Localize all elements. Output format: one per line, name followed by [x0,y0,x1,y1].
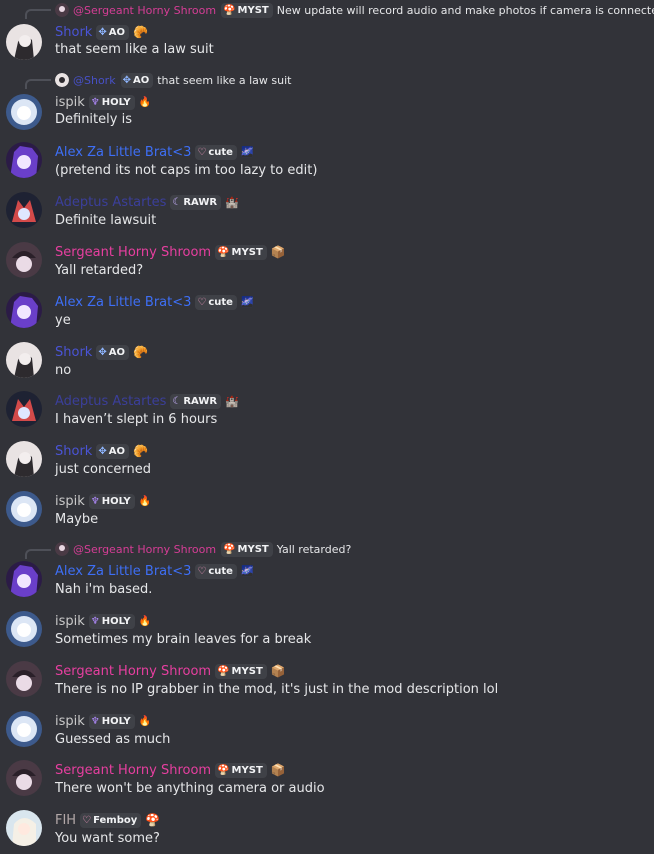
croissant-icon: 🥐 [132,444,148,458]
avatar [55,542,69,556]
avatar[interactable] [6,292,42,328]
role-tag: ✥ AO [96,443,129,459]
message-text: I haven’t slept in 6 hours [55,412,218,427]
role-tag: ✥ AO [96,24,129,40]
box-icon: 📦 [270,245,286,259]
message-text: Nah i'm based. [55,582,153,597]
username[interactable]: Sergeant Horny Shroom [55,763,211,778]
role-tag: 🍄 MYST [215,663,267,679]
message-text: Definitely is [55,112,132,127]
avatar[interactable] [6,142,42,178]
message-text: Yall retarded? [55,263,144,278]
message-text: that seem like a law suit [55,42,214,57]
reply-author[interactable]: @Sergeant Horny Shroom [73,543,216,556]
role-tag: 🍄 MYST [215,762,267,778]
username[interactable]: ispik [55,494,85,509]
avatar[interactable] [6,24,42,60]
role-tag: 🍄 MYST [221,541,273,557]
box-icon: 📦 [270,664,286,678]
username[interactable]: Alex Za Little Brat<3 [55,295,191,310]
reply-preview[interactable]: @Shork ✥ AO that seem like a law suit [55,72,292,88]
role-tag: ♆ HOLY [88,94,135,110]
message-text: Sometimes my brain leaves for a break [55,632,312,647]
flame-icon: 🔥 [138,615,152,627]
username[interactable]: Sergeant Horny Shroom [55,664,211,679]
username[interactable]: ispik [55,95,85,110]
role-tag: ✥ AO [96,344,129,360]
avatar[interactable] [6,561,42,597]
role-tag: ♆ HOLY [88,613,135,629]
galaxy-icon: 🌌 [240,146,254,158]
avatar[interactable] [6,760,42,796]
avatar[interactable] [6,491,42,527]
role-tag: ♡ cute [195,144,237,160]
avatar[interactable] [6,711,42,747]
avatar[interactable] [6,661,42,697]
avatar[interactable] [6,94,42,130]
username[interactable]: Alex Za Little Brat<3 [55,564,191,579]
message-text: You want some? [55,831,160,846]
reply-spine [25,79,51,89]
chat-log: @Sergeant Horny Shroom 🍄 MYST New update … [0,0,654,854]
username[interactable]: ispik [55,614,85,629]
message-text: There won't be anything camera or audio [55,781,325,796]
message-text: just concerned [55,462,151,477]
flame-icon: 🔥 [138,715,152,727]
role-tag: ♡ Femboy [80,812,142,828]
croissant-icon: 🥐 [132,25,148,39]
reply-spine [25,9,51,19]
flame-icon: 🔥 [138,96,152,108]
username[interactable]: Sergeant Horny Shroom [55,245,211,260]
role-tag: ✥ AO [120,72,154,88]
message-text: no [55,363,72,378]
role-tag: ♡ cute [195,294,237,310]
avatar [55,3,69,17]
role-tag: ♆ HOLY [88,493,135,509]
username[interactable]: ispik [55,714,85,729]
avatar[interactable] [6,342,42,378]
role-tag: ☾ RAWR [170,194,222,210]
username[interactable]: Adeptus Astartes [55,394,166,409]
username[interactable]: Shork [55,444,92,459]
reply-preview[interactable]: @Sergeant Horny Shroom 🍄 MYST New update … [55,2,654,18]
role-tag: ☾ RAWR [170,393,222,409]
reply-author[interactable]: @Sergeant Horny Shroom [73,4,216,17]
role-tag: ♡ cute [195,563,237,579]
username[interactable]: Alex Za Little Brat<3 [55,145,191,160]
galaxy-icon: 🌌 [240,565,254,577]
username[interactable]: Adeptus Astartes [55,195,166,210]
reply-preview[interactable]: @Sergeant Horny Shroom 🍄 MYST Yall retard… [55,541,351,557]
message-text: Guessed as much [55,732,171,747]
avatar[interactable] [6,242,42,278]
reply-text: Yall retarded? [276,542,352,556]
message-text: There is no IP grabber in the mod, it's … [55,682,499,697]
avatar[interactable] [6,611,42,647]
avatar[interactable] [6,441,42,477]
message-text: ye [55,313,71,328]
role-tag: 🍄 MYST [215,244,267,260]
username[interactable]: Shork [55,345,92,360]
role-tag: 🍄 MYST [221,2,273,18]
avatar[interactable] [6,810,42,846]
username[interactable]: Shork [55,25,92,40]
avatar [55,73,69,87]
avatar[interactable] [6,391,42,427]
reply-text: that seem like a law suit [157,73,292,87]
avatar[interactable] [6,192,42,228]
reply-author[interactable]: @Shork [73,74,116,87]
galaxy-icon: 🌌 [240,296,254,308]
message-text: Maybe [55,512,99,527]
flame-icon: 🔥 [138,495,152,507]
croissant-icon: 🥐 [132,345,148,359]
reply-spine [25,549,51,559]
message-text: Definite lawsuit [55,213,157,228]
reply-text: New update will record audio and make ph… [276,3,654,17]
role-tag: ♆ HOLY [88,713,135,729]
castle-icon: 🏰 [225,195,239,209]
username[interactable]: FIH [55,813,76,828]
box-icon: 📦 [270,763,286,777]
message-text: (pretend its not caps im too lazy to edi… [55,163,318,178]
mushroom-icon: 🍄 [145,813,161,827]
castle-icon: 🏰 [225,394,239,408]
